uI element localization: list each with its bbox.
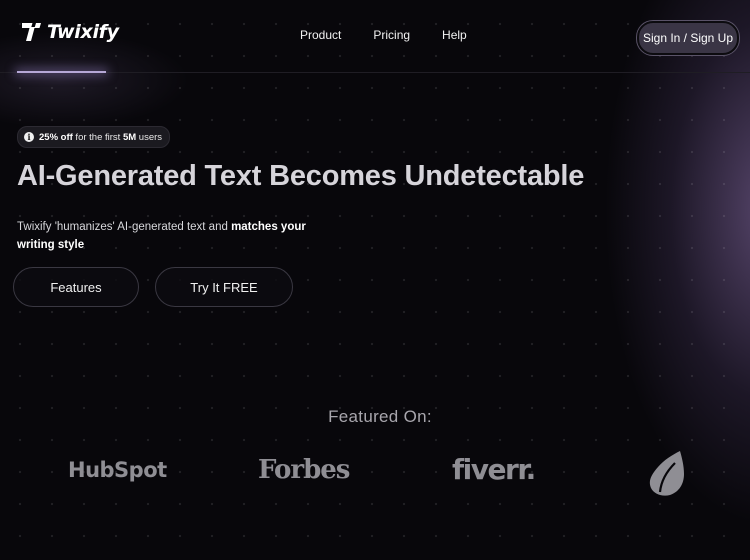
nav-pricing[interactable]: Pricing [373, 28, 410, 42]
featured-on-title: Featured On: [328, 407, 432, 426]
active-nav-underline [17, 71, 106, 73]
nav-product[interactable]: Product [300, 28, 341, 42]
promo-discount: 25% off [39, 131, 73, 143]
envato-leaf-logo-icon [649, 451, 684, 496]
promo-middle: for the first [72, 131, 123, 143]
fiverr-logo: fiverr. [452, 453, 536, 486]
twixify-logo-icon [22, 23, 41, 41]
promo-end: users [136, 131, 163, 143]
sign-in-button[interactable]: Sign In / Sign Up [637, 21, 739, 55]
promo-count: 5M [122, 131, 137, 143]
try-free-button[interactable]: Try It FREE [155, 267, 293, 307]
landing-page: Twixify Product Pricing Help Sign In / S… [0, 0, 750, 560]
main-nav: Product Pricing Help [300, 28, 467, 42]
brand-logo[interactable]: Twixify [20, 20, 119, 44]
subtext-plain: Twixify 'humanizes' AI-generated text an… [17, 221, 232, 233]
site-header: Twixify Product Pricing Help Sign In / S… [0, 0, 750, 73]
hubspot-logo: HubSpot [68, 458, 167, 482]
hero-subtext: Twixify 'humanizes' AI-generated text an… [17, 218, 327, 254]
promo-text: 25% off for the first 5M users [39, 132, 162, 143]
forbes-logo: Forbes [258, 455, 350, 485]
promo-badge: i 25% off for the first 5M users [17, 126, 171, 148]
info-icon: i [24, 132, 34, 142]
features-button[interactable]: Features [13, 267, 139, 307]
hero-headline: AI-Generated Text Becomes Undetectable [17, 160, 585, 192]
brand-name: Twixify [47, 21, 119, 43]
nav-help[interactable]: Help [442, 28, 467, 42]
